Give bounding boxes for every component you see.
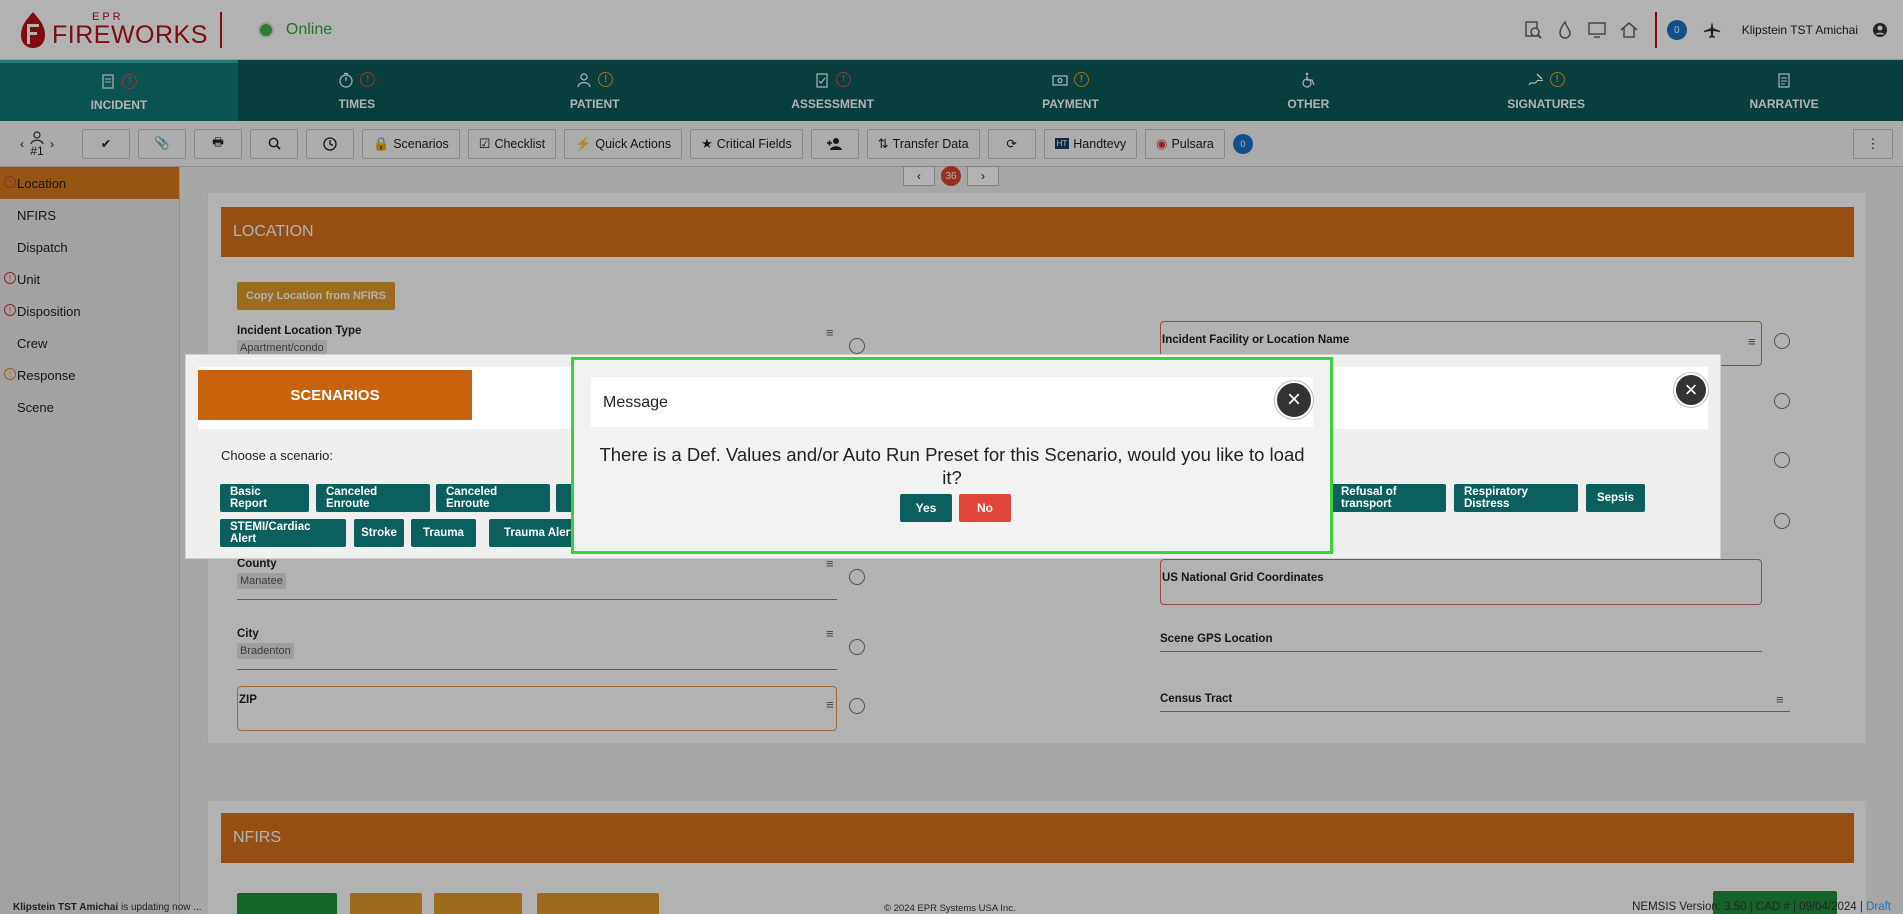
scenario-button[interactable]: Respiratory Distress (1454, 484, 1578, 512)
version-text: NEMSIS Version: 3.50 | CAD # | 09/04/202… (1632, 901, 1867, 913)
scenario-button[interactable]: STEMI/Cardiac Alert (220, 519, 346, 547)
message-dialog-header: Message × (591, 377, 1313, 427)
scenarios-title: SCENARIOS (198, 370, 472, 420)
scenario-button[interactable]: Canceled Enroute (436, 484, 550, 512)
scenario-button[interactable]: Refusal of transport (1331, 484, 1446, 512)
yes-button[interactable]: Yes (900, 494, 952, 522)
scenario-button[interactable]: Sepsis (1586, 484, 1645, 512)
draft-link[interactable]: Draft (1866, 901, 1891, 913)
scenario-button[interactable]: Basic Report (220, 484, 309, 512)
scenario-button[interactable]: Canceled Enroute (316, 484, 430, 512)
footer-status-text: is updating now ... (118, 902, 202, 913)
footer: Klipstein TST Amichai is updating now ..… (0, 901, 1903, 914)
close-icon: × (1286, 386, 1301, 413)
copyright: © 2024 EPR Systems USA Inc. (884, 903, 1016, 914)
footer-status: Klipstein TST Amichai is updating now ..… (13, 902, 202, 913)
message-dialog: Message × There is a Def. Values and/or … (571, 357, 1333, 554)
version-info: NEMSIS Version: 3.50 | CAD # | 09/04/202… (1632, 901, 1891, 913)
close-icon: × (1684, 377, 1698, 402)
scenario-button[interactable]: Trauma (411, 519, 476, 547)
scenarios-prompt: Choose a scenario: (221, 448, 334, 463)
close-scenarios-button[interactable]: × (1674, 373, 1708, 407)
no-button[interactable]: No (959, 494, 1011, 522)
footer-user: Klipstein TST Amichai (13, 902, 119, 913)
close-message-button[interactable]: × (1275, 381, 1313, 419)
scenario-button[interactable]: Stroke (354, 519, 404, 547)
message-text: There is a Def. Values and/or Auto Run P… (599, 444, 1305, 488)
message-title: Message (603, 394, 668, 411)
